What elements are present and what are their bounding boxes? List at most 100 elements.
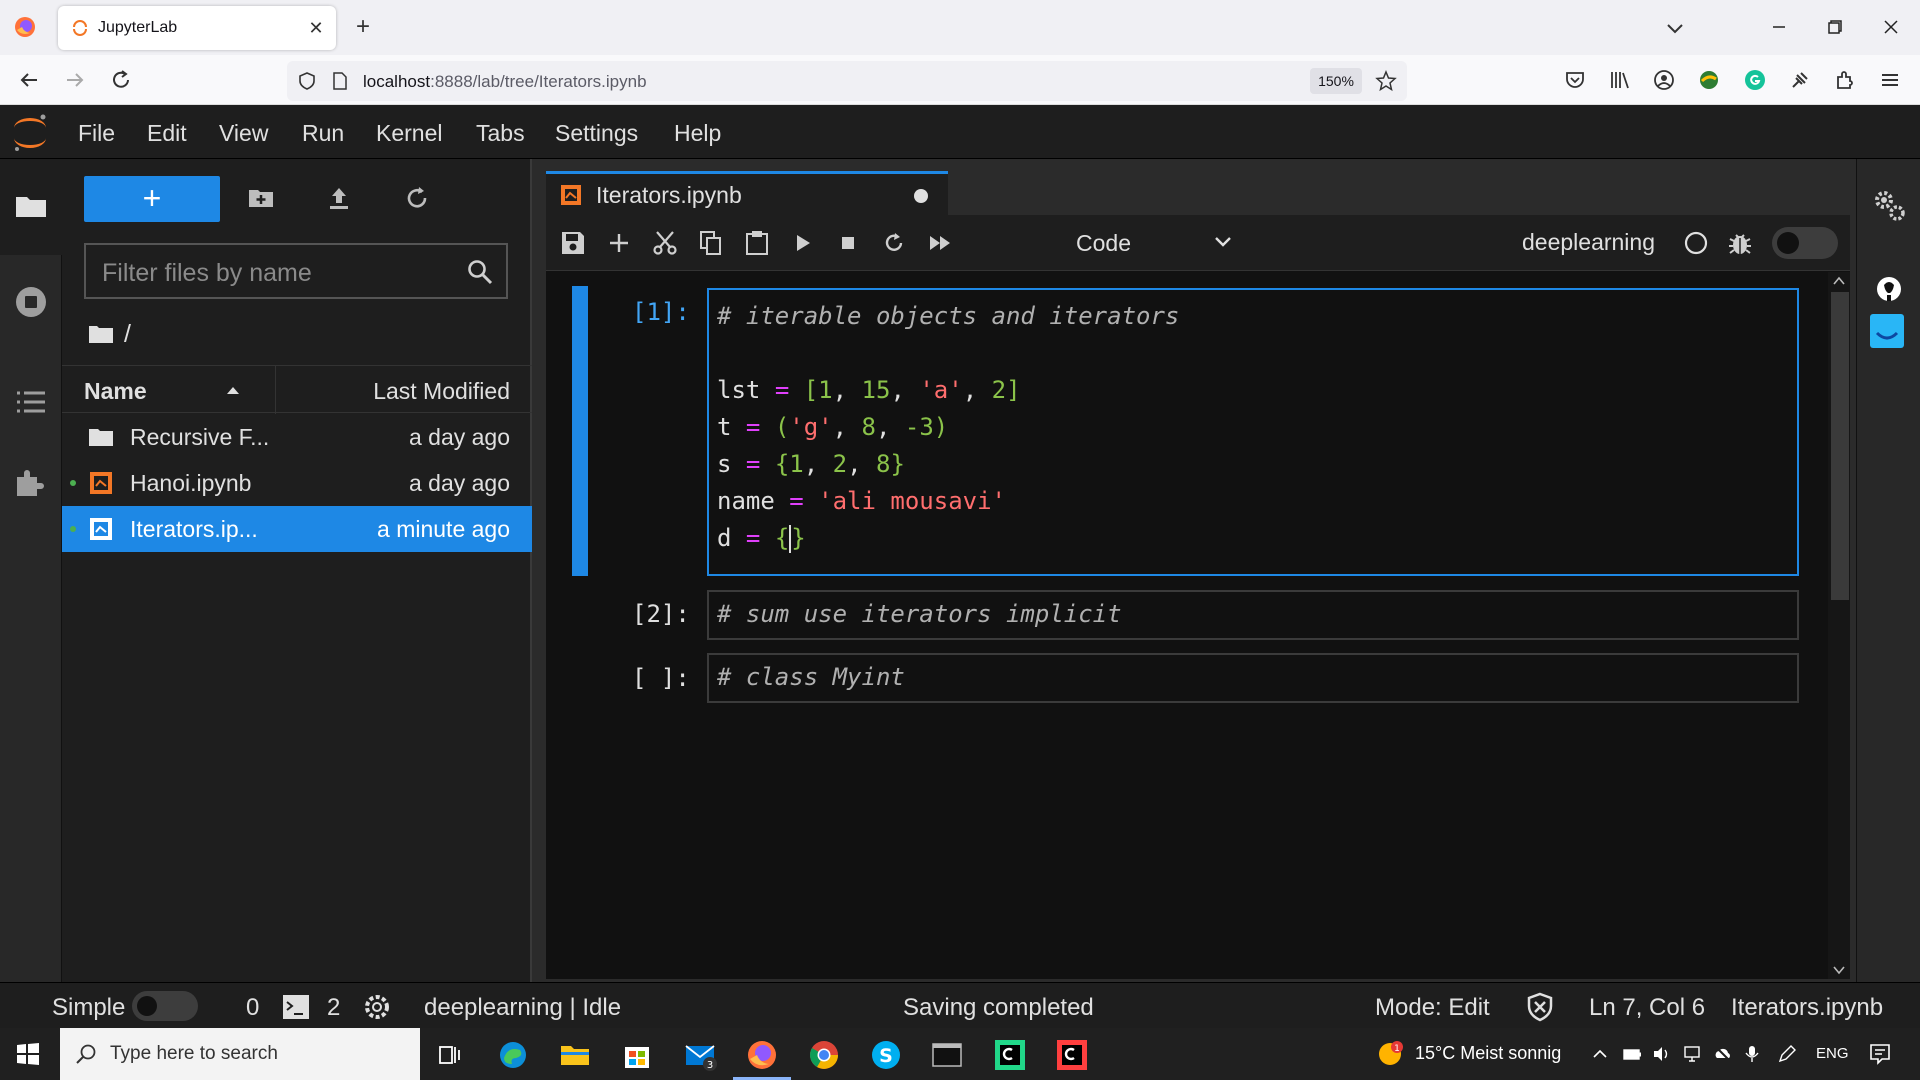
restart-kernel-icon[interactable] bbox=[881, 230, 907, 256]
column-header-name[interactable]: Name bbox=[84, 378, 147, 405]
bookmark-star-icon[interactable] bbox=[1375, 70, 1397, 92]
mail-icon[interactable]: 3 bbox=[683, 1038, 717, 1072]
list-all-tabs-icon[interactable] bbox=[1662, 15, 1688, 41]
zoom-level-badge[interactable]: 150% bbox=[1310, 68, 1362, 94]
vpn-extension-icon[interactable] bbox=[1697, 68, 1721, 92]
close-tab-icon[interactable]: ✕ bbox=[306, 18, 326, 38]
running-kernels-icon[interactable] bbox=[14, 285, 48, 319]
battery-icon[interactable] bbox=[1622, 1044, 1642, 1064]
notebook-scrollbar[interactable] bbox=[1828, 272, 1850, 979]
browser-tab[interactable]: JupyterLab ✕ bbox=[58, 6, 336, 50]
windows-start-icon[interactable] bbox=[16, 1042, 40, 1066]
notebook-tab[interactable]: Iterators.ipynb bbox=[546, 171, 948, 215]
kernel-name-button[interactable]: deeplearning bbox=[1522, 229, 1655, 256]
new-launcher-button[interactable]: + bbox=[84, 176, 220, 222]
network-icon[interactable] bbox=[1683, 1044, 1703, 1064]
file-row[interactable]: Recursive F... a day ago bbox=[62, 414, 532, 460]
notification-center-icon[interactable] bbox=[1868, 1042, 1892, 1066]
code-cell-active[interactable]: [1]: # iterable objects and iterators ls… bbox=[546, 286, 1826, 576]
menu-tabs[interactable]: Tabs bbox=[476, 120, 525, 147]
pen-icon[interactable] bbox=[1777, 1044, 1797, 1064]
property-inspector-gears-icon[interactable] bbox=[1871, 187, 1907, 223]
skype-icon[interactable]: S bbox=[869, 1038, 903, 1072]
taskbar-search-box[interactable]: Type here to search bbox=[60, 1028, 420, 1080]
breadcrumb-root[interactable]: / bbox=[124, 320, 131, 349]
upload-icon[interactable] bbox=[325, 184, 353, 212]
extension-manager-puzzle-icon[interactable] bbox=[14, 465, 48, 499]
bug-debugger-icon[interactable] bbox=[1726, 229, 1754, 257]
hamburger-menu-icon[interactable] bbox=[1878, 68, 1902, 92]
microphone-icon[interactable] bbox=[1742, 1044, 1762, 1064]
tracking-protection-shield-icon[interactable] bbox=[297, 71, 317, 91]
cell-type-select[interactable]: Code bbox=[1076, 225, 1232, 261]
task-view-icon[interactable] bbox=[433, 1038, 467, 1072]
kernel-gear-icon[interactable] bbox=[362, 992, 392, 1022]
url-text[interactable]: localhost:8888/lab/tree/Iterators.ipynb bbox=[363, 72, 647, 92]
file-row-selected[interactable]: Iterators.ip... a minute ago bbox=[62, 506, 532, 552]
file-explorer-icon[interactable] bbox=[558, 1038, 592, 1072]
restart-run-all-icon[interactable] bbox=[927, 230, 953, 256]
reload-icon[interactable] bbox=[108, 67, 134, 93]
back-icon[interactable] bbox=[16, 67, 42, 93]
new-folder-icon[interactable] bbox=[247, 184, 275, 212]
menu-file[interactable]: File bbox=[78, 120, 115, 147]
interrupt-kernel-icon[interactable] bbox=[835, 230, 861, 256]
menu-edit[interactable]: Edit bbox=[147, 120, 187, 147]
cursor-position[interactable]: Ln 7, Col 6 bbox=[1589, 994, 1705, 1022]
cloud-offline-icon[interactable] bbox=[1713, 1044, 1733, 1064]
terminal-count[interactable]: 0 bbox=[246, 994, 259, 1022]
forward-icon[interactable] bbox=[62, 67, 88, 93]
minimize-window-icon[interactable] bbox=[1766, 14, 1792, 40]
column-header-last-modified[interactable]: Last Modified bbox=[373, 378, 510, 405]
folder-icon[interactable] bbox=[14, 189, 48, 223]
menu-view[interactable]: View bbox=[219, 120, 268, 147]
filter-files-input[interactable]: Filter files by name bbox=[84, 243, 508, 299]
menu-settings[interactable]: Settings bbox=[555, 120, 638, 147]
cell-collapser[interactable] bbox=[572, 286, 588, 576]
code-editor[interactable]: # iterable objects and iterators lst = [… bbox=[707, 288, 1799, 576]
menu-help[interactable]: Help bbox=[674, 120, 721, 147]
home-folder-icon[interactable] bbox=[88, 323, 114, 345]
clion-icon[interactable] bbox=[1055, 1038, 1089, 1072]
scroll-up-arrow-icon[interactable] bbox=[1833, 276, 1845, 286]
column-divider[interactable] bbox=[275, 366, 276, 414]
terminal-icon[interactable] bbox=[282, 993, 310, 1021]
input-language[interactable]: ENG bbox=[1816, 1045, 1849, 1062]
terminal-app-icon[interactable] bbox=[930, 1038, 964, 1072]
firefox-taskbar-icon[interactable] bbox=[745, 1038, 779, 1072]
code-editor[interactable]: # sum use iterators implicit bbox=[707, 590, 1799, 640]
code-cell[interactable]: [ ]: # class Myint bbox=[546, 653, 1826, 703]
paste-icon[interactable] bbox=[744, 230, 770, 256]
insert-cell-icon[interactable] bbox=[606, 230, 632, 256]
microsoft-store-icon[interactable] bbox=[620, 1038, 654, 1072]
pycharm-ce-icon[interactable] bbox=[993, 1038, 1027, 1072]
restore-window-icon[interactable] bbox=[1822, 14, 1848, 40]
extensions-puzzle-icon[interactable] bbox=[1833, 68, 1857, 92]
code-cell[interactable]: [2]: # sum use iterators implicit bbox=[546, 590, 1826, 640]
refresh-icon[interactable] bbox=[403, 184, 431, 212]
menu-run[interactable]: Run bbox=[302, 120, 344, 147]
chrome-icon[interactable] bbox=[807, 1038, 841, 1072]
run-cell-icon[interactable] bbox=[790, 230, 816, 256]
weather-text[interactable]: 15°C Meist sonnig bbox=[1415, 1043, 1561, 1064]
scrollbar-thumb[interactable] bbox=[1831, 292, 1849, 600]
volume-icon[interactable] bbox=[1652, 1044, 1672, 1064]
scroll-down-arrow-icon[interactable] bbox=[1833, 965, 1845, 975]
save-icon[interactable] bbox=[560, 230, 586, 256]
weather-sun-icon[interactable]: 1 bbox=[1376, 1040, 1404, 1068]
library-icon[interactable] bbox=[1608, 68, 1632, 92]
account-icon[interactable] bbox=[1652, 68, 1676, 92]
debugger-toggle[interactable] bbox=[1772, 227, 1838, 259]
lightbulb-assistant-icon[interactable] bbox=[1869, 275, 1909, 311]
page-info-icon[interactable] bbox=[331, 71, 349, 91]
simple-mode-toggle[interactable] bbox=[132, 991, 198, 1021]
kernel-count[interactable]: 2 bbox=[327, 994, 340, 1022]
chat-assistant-icon[interactable] bbox=[1869, 313, 1905, 349]
pin-extension-icon[interactable] bbox=[1788, 68, 1812, 92]
grammarly-icon[interactable] bbox=[1743, 68, 1767, 92]
new-tab-button[interactable]: + bbox=[350, 14, 376, 40]
url-bar[interactable]: localhost:8888/lab/tree/Iterators.ipynb … bbox=[287, 61, 1407, 101]
table-of-contents-icon[interactable] bbox=[14, 385, 48, 419]
menu-kernel[interactable]: Kernel bbox=[376, 120, 442, 147]
close-window-icon[interactable] bbox=[1878, 14, 1904, 40]
